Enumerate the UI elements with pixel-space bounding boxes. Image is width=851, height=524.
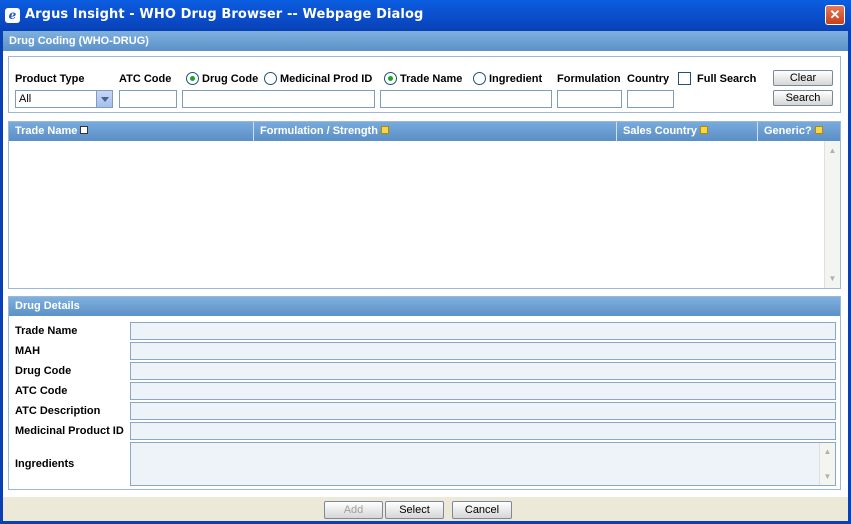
trade-name-radio-label: Trade Name [400,73,463,85]
drug-code-label: Drug Code [15,365,72,377]
ingredients-scrollbar[interactable]: ▲ ▼ [819,443,835,485]
medicinal-product-id-label: Medicinal Product ID [15,425,124,437]
sort-icon[interactable] [699,126,708,135]
window-titlebar: e Argus Insight - WHO Drug Browser -- We… [0,0,851,31]
col-formulation-label: Formulation / Strength [260,125,378,137]
clear-button[interactable]: Clear [773,70,833,86]
trade-name-field[interactable] [130,322,836,340]
trade-name-input[interactable] [380,90,552,108]
atc-code-input[interactable] [119,90,177,108]
cancel-button[interactable]: Cancel [452,501,512,519]
col-trade-name-label: Trade Name [15,125,78,137]
product-type-label: Product Type [15,73,85,85]
ingredients-field[interactable]: ▲ ▼ [130,442,836,486]
col-sales-country[interactable]: Sales Country [617,122,758,141]
select-button[interactable]: Select [385,501,444,519]
mah-field[interactable] [130,342,836,360]
sort-icon[interactable] [380,126,389,135]
sort-icon[interactable] [814,126,823,135]
add-button[interactable]: Add [324,501,383,519]
drug-code-input[interactable] [182,90,375,108]
col-formulation-strength[interactable]: Formulation / Strength [254,122,617,141]
results-grid: Trade Name Formulation / Strength Sales … [8,121,841,289]
country-input[interactable] [627,90,674,108]
results-scrollbar[interactable]: ▲ ▼ [824,141,840,288]
atc-code-detail-label: ATC Code [15,385,68,397]
mah-label: MAH [15,345,41,357]
atc-description-label: ATC Description [15,405,101,417]
drug-code-radio[interactable] [186,72,199,85]
scroll-down-icon[interactable]: ▼ [825,271,840,286]
scroll-down-icon[interactable]: ▼ [820,469,835,484]
medicinal-prod-id-radio-label: Medicinal Prod ID [280,73,373,85]
trade-name-radio[interactable] [384,72,397,85]
full-search-label: Full Search [697,73,757,85]
medicinal-prod-id-radio[interactable] [264,72,277,85]
scroll-up-icon[interactable]: ▲ [820,444,835,459]
col-trade-name[interactable]: Trade Name [9,122,254,141]
ingredients-label: Ingredients [15,458,75,470]
chevron-down-icon[interactable] [96,91,112,107]
atc-code-label: ATC Code [119,73,172,85]
formulation-label: Formulation [557,73,621,85]
product-type-value: All [19,93,32,105]
col-generic-label: Generic? [764,125,812,137]
drug-coding-header: Drug Coding (WHO-DRUG) [3,31,848,51]
sort-icon[interactable] [80,126,89,135]
close-icon[interactable]: ✕ [825,5,845,25]
window-title: Argus Insight - WHO Drug Browser -- Webp… [25,7,424,22]
full-search-checkbox[interactable] [678,72,691,85]
ie-icon: e [5,8,20,23]
atc-description-field[interactable] [130,402,836,420]
drug-details-header: Drug Details [9,297,840,316]
medicinal-product-id-field[interactable] [130,422,836,440]
trade-name-label: Trade Name [15,325,78,337]
col-sales-country-label: Sales Country [623,125,697,137]
search-button[interactable]: Search [773,90,833,106]
product-type-select[interactable]: All [15,90,113,108]
col-generic[interactable]: Generic? [758,122,840,141]
drug-code-field[interactable] [130,362,836,380]
drug-code-radio-label: Drug Code [202,73,259,85]
ingredient-radio-label: Ingredient [489,73,543,85]
atc-code-field[interactable] [130,382,836,400]
country-label: Country [627,73,670,85]
ingredient-radio[interactable] [473,72,486,85]
scroll-up-icon[interactable]: ▲ [825,143,840,158]
results-grid-header: Trade Name Formulation / Strength Sales … [9,122,840,141]
formulation-input[interactable] [557,90,622,108]
